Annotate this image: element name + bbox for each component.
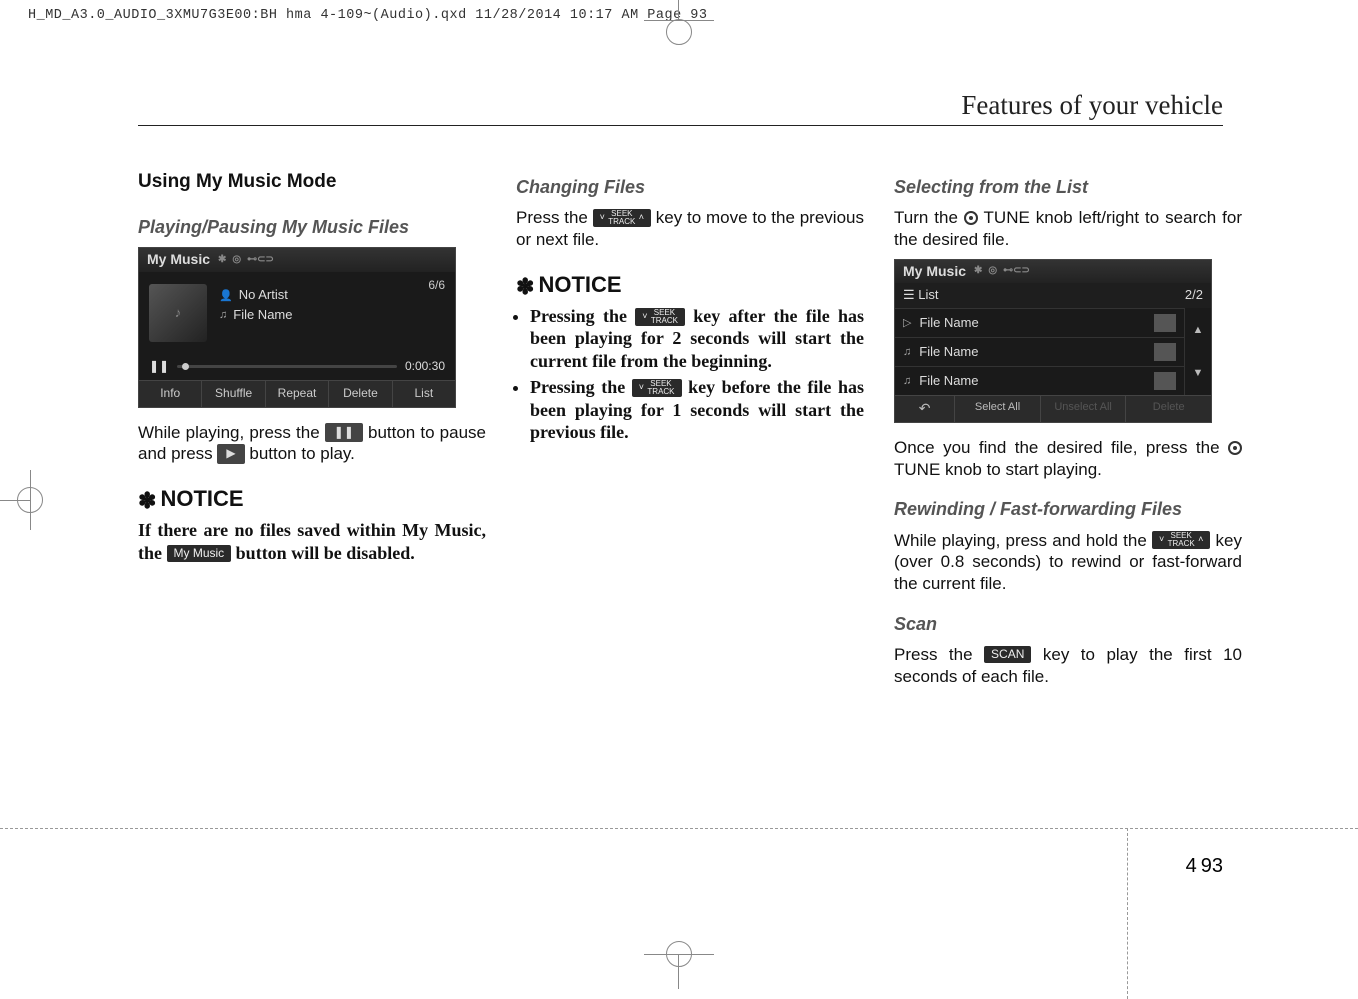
seek-track-key-down-2: ˅ SEEKTRACK: [632, 379, 682, 397]
target-icon-2: ◎: [988, 265, 997, 278]
para-rew-ff: While playing, press and hold the ˅ SEEK…: [894, 530, 1242, 595]
btn-delete-2[interactable]: Delete: [1126, 396, 1211, 422]
scan-key: SCAN: [984, 646, 1031, 663]
subheading-scan: Scan: [894, 613, 1242, 636]
pause-button-icon: ❚❚: [325, 423, 363, 442]
file-name: File Name: [233, 307, 292, 324]
title-rule: [138, 125, 1223, 126]
notice-body-1: If there are no files saved within My Mu…: [138, 519, 486, 564]
play-button-icon: ▶: [217, 444, 244, 463]
artist-icon: 👤: [219, 289, 233, 303]
notice-star-icon-2: ✽: [516, 274, 534, 299]
btn-repeat[interactable]: Repeat: [266, 381, 329, 406]
subheading-changing-files: Changing Files: [516, 176, 864, 199]
notice-star-icon: ✽: [138, 488, 156, 513]
album-art: ♪: [149, 284, 207, 342]
btn-unselect-all[interactable]: Unselect All: [1041, 396, 1127, 422]
elapsed-time: 0:00:30: [405, 359, 445, 374]
qxd-header: H_MD_A3.0_AUDIO_3XMU7G3E00:BH hma 4-109~…: [28, 8, 708, 23]
play-bar: ❚❚ 0:00:30: [149, 359, 445, 374]
status-icons: ✱ ◎ ⊷⊂⊃: [218, 254, 274, 267]
usb-icon-2: ⊷⊂⊃: [1003, 265, 1030, 278]
row-thumb: [1154, 343, 1176, 361]
status-icons-2: ✱ ◎ ⊷⊂⊃: [974, 265, 1030, 278]
file-row-3[interactable]: ♫ File Name: [895, 366, 1184, 395]
bluetooth-icon-2: ✱: [974, 265, 982, 278]
page-number: 493: [1186, 855, 1223, 878]
track-counter: 6/6: [428, 278, 445, 293]
tune-knob-icon: [964, 211, 978, 225]
btn-shuffle[interactable]: Shuffle: [202, 381, 265, 406]
subheading-play-pause: Playing/Pausing My Music Files: [138, 216, 486, 239]
list-icon: ☰: [903, 287, 918, 302]
scroll-up[interactable]: ▲: [1185, 308, 1211, 352]
heading-using-my-music: Using My Music Mode: [138, 170, 486, 194]
play-circle-icon: ▷: [903, 316, 911, 330]
page-title-area: Features of your vehicle: [961, 90, 1223, 121]
note-icon-3: ♫: [903, 374, 911, 388]
column-1: Using My Music Mode Playing/Pausing My M…: [138, 170, 486, 695]
btn-select-all[interactable]: Select All: [955, 396, 1041, 422]
list-header: ☰ List 2/2: [895, 283, 1211, 308]
fold-line-horizontal: [0, 828, 1358, 829]
crop-mark-left: [0, 470, 60, 530]
list-bottom-bar: ↶ Select All Unselect All Delete: [895, 395, 1211, 422]
file-row-2[interactable]: ♫ File Name: [895, 337, 1184, 366]
player-bottom-bar: Info Shuffle Repeat Delete List: [139, 380, 455, 406]
seek-track-key-hold: ˅ SEEKTRACK ˄: [1152, 531, 1210, 549]
btn-delete[interactable]: Delete: [329, 381, 392, 406]
notice2-bullet-1: Pressing the ˅ SEEKTRACK key after the f…: [530, 305, 864, 373]
my-music-key: My Music: [167, 545, 232, 562]
row-thumb: [1154, 372, 1176, 390]
tune-knob-icon-2: [1228, 441, 1242, 455]
crop-mark-top: [644, 0, 714, 50]
target-icon: ◎: [232, 254, 241, 267]
note-icon: ♫: [219, 308, 227, 322]
para-scan: Press the SCAN key to play the first 10 …: [894, 644, 1242, 688]
fold-line-vertical: [1127, 828, 1128, 999]
para-play-pause: While playing, press the ❚❚ button to pa…: [138, 422, 486, 466]
file-row-1[interactable]: ▷ File Name: [895, 308, 1184, 337]
crop-mark-bottom: [644, 929, 714, 989]
scroll-down[interactable]: ▼: [1185, 352, 1211, 396]
screenshot-my-music-player: My Music ✱ ◎ ⊷⊂⊃ 6/6 ♪ 👤 No Artist ♫ File …: [138, 247, 456, 407]
back-button[interactable]: ↶: [895, 396, 955, 422]
seek-track-key-down: ˅ SEEKTRACK: [635, 308, 685, 326]
btn-info[interactable]: Info: [139, 381, 202, 406]
subheading-selecting-list: Selecting from the List: [894, 176, 1242, 199]
notice-heading-2: ✽NOTICE: [516, 271, 864, 301]
artist-name: No Artist: [239, 287, 288, 304]
page-title: Features of your vehicle: [961, 90, 1223, 120]
player-titlebar: My Music ✱ ◎ ⊷⊂⊃: [139, 248, 455, 272]
btn-list[interactable]: List: [393, 381, 455, 406]
player-title: My Music: [147, 251, 210, 269]
note-icon-2: ♫: [903, 345, 911, 359]
notice-heading-1: ✽NOTICE: [138, 485, 486, 515]
subheading-rew-ff: Rewinding / Fast-forwarding Files: [894, 498, 1242, 521]
screenshot-my-music-list: My Music ✱ ◎ ⊷⊂⊃ ☰ List 2/2 ▷ File Name: [894, 259, 1212, 423]
para-changing-files: Press the ˅ SEEKTRACK ˄ key to move to t…: [516, 207, 864, 251]
notice-body-2: Pressing the ˅ SEEKTRACK key after the f…: [516, 305, 864, 444]
bluetooth-icon: ✱: [218, 254, 226, 267]
list-counter: 2/2: [1185, 287, 1203, 304]
column-3: Selecting from the List Turn the TUNE kn…: [894, 170, 1242, 695]
list-titlebar: My Music ✱ ◎ ⊷⊂⊃: [895, 260, 1211, 284]
para-tune-play: Once you find the desired file, press th…: [894, 437, 1242, 481]
seek-track-key: ˅ SEEKTRACK ˄: [593, 209, 651, 227]
notice2-bullet-2: Pressing the ˅ SEEKTRACK key before the …: [530, 376, 864, 444]
list-title: My Music: [903, 263, 966, 281]
column-2: Changing Files Press the ˅ SEEKTRACK ˄ k…: [516, 170, 864, 695]
pause-indicator-icon: ❚❚: [149, 359, 169, 374]
usb-icon: ⊷⊂⊃: [247, 254, 274, 267]
row-thumb: [1154, 314, 1176, 332]
scroll-column: ▲ ▼: [1184, 308, 1211, 395]
para-tune-search: Turn the TUNE knob left/right to search …: [894, 207, 1242, 251]
